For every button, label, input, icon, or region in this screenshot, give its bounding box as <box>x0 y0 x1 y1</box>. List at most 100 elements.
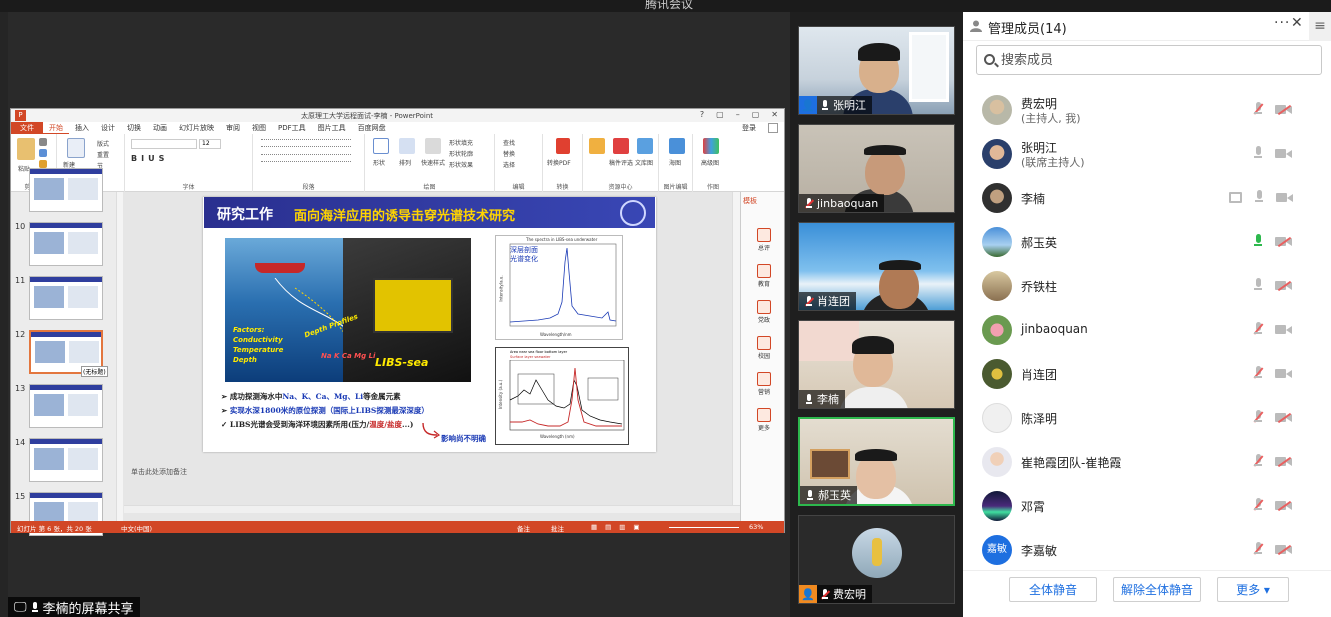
bullets-icon[interactable] <box>261 139 351 147</box>
shape-outline-button[interactable]: 形状轮廓 <box>449 149 473 158</box>
mute-all-button[interactable]: 全体静音 <box>1009 577 1097 602</box>
template-item[interactable]: 教育 <box>751 264 777 288</box>
search-input[interactable] <box>1001 50 1301 70</box>
font-style-buttons[interactable]: BIUS <box>131 154 168 163</box>
mic-icon[interactable] <box>1254 190 1264 204</box>
quick-styles-icon[interactable] <box>425 138 441 154</box>
camera-off-icon[interactable] <box>1275 500 1292 511</box>
shape-effects-button[interactable]: 形状效果 <box>449 160 473 169</box>
mic-muted-icon[interactable] <box>1253 366 1264 380</box>
member-row[interactable]: 陈泽明 <box>963 396 1331 440</box>
layout-button[interactable]: 版式 <box>97 139 109 148</box>
member-row[interactable]: 乔铁柱 <box>963 264 1331 308</box>
send-icon[interactable] <box>613 138 629 154</box>
video-tile[interactable]: 李楠 <box>798 320 955 409</box>
minimize-button[interactable]: – <box>736 110 740 119</box>
new-slide-icon[interactable] <box>67 138 85 158</box>
member-row[interactable]: 李楠 <box>963 176 1331 220</box>
slide-thumbnail[interactable] <box>29 384 103 428</box>
mic-icon[interactable] <box>1253 146 1263 160</box>
screen-share-icon[interactable] <box>1229 191 1242 203</box>
template-item[interactable]: 校园 <box>751 336 777 360</box>
template-item[interactable]: 营销 <box>751 372 777 396</box>
login-link[interactable]: 登录 <box>736 123 762 133</box>
shapes-icon[interactable] <box>373 138 389 154</box>
thumbnails-scrollbar[interactable] <box>116 192 123 521</box>
select-button[interactable]: 选择 <box>503 160 515 169</box>
member-row[interactable]: 邓霄 <box>963 484 1331 528</box>
camera-icon[interactable] <box>1275 368 1292 379</box>
tab-baidu[interactable]: 百度网盘 <box>352 123 392 133</box>
user-icon[interactable] <box>768 123 778 133</box>
mic-muted-icon[interactable] <box>1253 322 1264 336</box>
tab-design[interactable]: 设计 <box>95 123 121 133</box>
more-button[interactable]: 更多 ▾ <box>1217 577 1289 602</box>
slide-thumbnail[interactable] <box>29 222 103 266</box>
camera-off-icon[interactable] <box>1275 280 1292 291</box>
mic-icon[interactable] <box>1253 278 1263 292</box>
mic-muted-icon[interactable] <box>1253 454 1264 468</box>
tab-insert[interactable]: 插入 <box>69 123 95 133</box>
camera-off-icon[interactable] <box>1275 104 1292 115</box>
tab-picture-tools[interactable]: 图片工具 <box>312 123 352 133</box>
mic-muted-icon[interactable] <box>1253 498 1264 512</box>
panel-menu-icon[interactable]: ≡ <box>1309 12 1331 41</box>
more-options-icon[interactable]: ··· <box>1274 15 1290 31</box>
arrange-icon[interactable] <box>399 138 415 154</box>
reset-button[interactable]: 重置 <box>97 150 109 159</box>
shape-fill-button[interactable]: 形状填充 <box>449 138 473 147</box>
close-icon[interactable]: ✕ <box>1291 15 1303 31</box>
replace-button[interactable]: 替换 <box>503 149 515 158</box>
picture-icon[interactable] <box>669 138 685 154</box>
mic-muted-icon[interactable] <box>1253 542 1264 556</box>
cut-icon[interactable] <box>39 138 47 146</box>
chart-icon[interactable] <box>703 138 719 154</box>
find-button[interactable]: 查找 <box>503 138 515 147</box>
member-row[interactable]: 郝玉英 <box>963 220 1331 264</box>
notes-toggle[interactable]: 备注 <box>517 523 530 533</box>
slide-thumbnail[interactable] <box>29 168 103 212</box>
member-row[interactable]: 崔艳霞团队-崔艳霞 <box>963 440 1331 484</box>
camera-off-icon[interactable] <box>1275 236 1292 247</box>
font-size-select[interactable]: 12 <box>199 139 221 149</box>
member-row[interactable]: 张明江 (联席主持人) <box>963 132 1331 176</box>
format-painter-icon[interactable] <box>39 160 47 168</box>
mic-active-icon[interactable] <box>1253 234 1263 248</box>
video-tile-avatar[interactable]: 👤 费宏明 <box>798 515 955 604</box>
video-tile[interactable]: jinbaoquan <box>798 124 955 213</box>
tab-transitions[interactable]: 切换 <box>121 123 147 133</box>
tab-slideshow[interactable]: 幻灯片放映 <box>173 123 220 133</box>
stamp-icon[interactable] <box>589 138 605 154</box>
template-item[interactable]: 党政 <box>751 300 777 324</box>
video-tile[interactable]: 👤 张明江 <box>798 26 955 115</box>
camera-icon[interactable] <box>1276 192 1293 203</box>
copy-icon[interactable] <box>39 149 47 157</box>
view-buttons[interactable]: ▦▤▥▣ <box>591 523 648 531</box>
slide-thumbnail[interactable] <box>29 438 103 482</box>
camera-off-icon[interactable] <box>1275 412 1292 423</box>
notes-placeholder[interactable]: 单击此处添加备注 <box>131 467 187 477</box>
tab-pdf[interactable]: PDF工具 <box>272 123 312 133</box>
comments-toggle[interactable]: 批注 <box>551 523 564 533</box>
paste-icon[interactable] <box>17 138 35 160</box>
member-row[interactable]: jinbaoquan <box>963 308 1331 352</box>
zoom-level[interactable]: 63% <box>749 523 763 531</box>
maximize-button[interactable]: ▢ <box>752 110 760 119</box>
align-icon[interactable] <box>261 154 351 162</box>
template-item[interactable]: 更多 <box>751 408 777 432</box>
zoom-slider[interactable] <box>669 527 739 528</box>
tab-home[interactable]: 开始 <box>43 123 69 134</box>
camera-off-icon[interactable] <box>1275 544 1292 555</box>
tab-view[interactable]: 视图 <box>246 123 272 133</box>
ribbon-options-button[interactable]: ▢ <box>716 110 724 119</box>
camera-icon[interactable] <box>1275 148 1292 159</box>
language-status[interactable]: 中文(中国) <box>121 523 152 533</box>
video-tile-active-speaker[interactable]: 郝玉英 <box>798 417 955 506</box>
mic-muted-icon[interactable] <box>1253 410 1264 424</box>
help-button[interactable]: ? <box>700 110 704 119</box>
unmute-all-button[interactable]: 解除全体静音 <box>1113 577 1201 602</box>
member-row[interactable]: 嘉敏 李嘉敏 <box>963 528 1331 570</box>
close-button[interactable]: ✕ <box>771 110 778 119</box>
template-item[interactable]: 总评 <box>751 228 777 252</box>
editor-vertical-scrollbar[interactable] <box>732 192 740 505</box>
